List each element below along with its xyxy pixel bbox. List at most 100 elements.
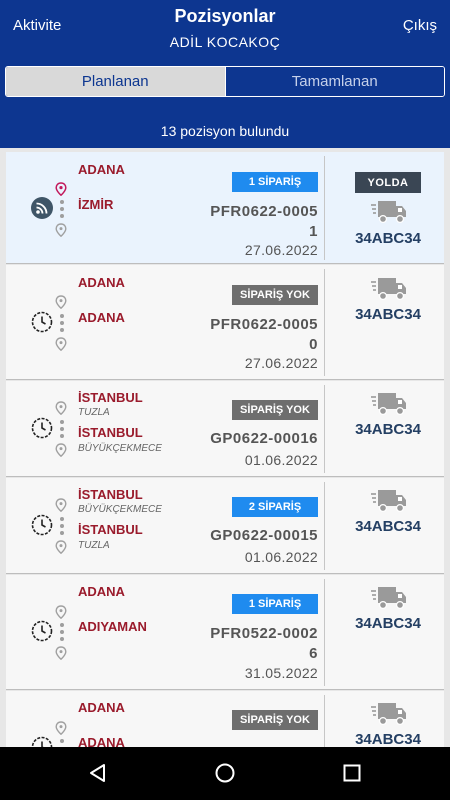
position-code-line1: PFR0522-0002: [210, 625, 318, 642]
destination-pin-icon: [55, 646, 67, 660]
position-code-line1: GP0622-00015: [210, 527, 318, 544]
vehicle-plate: 34ABC34: [355, 518, 421, 535]
column-divider: [324, 482, 325, 570]
destination-pin-icon: [55, 337, 67, 351]
home-icon[interactable]: [213, 761, 237, 785]
route-dot: [60, 314, 64, 318]
origin-city: İSTANBUL: [78, 390, 143, 405]
route-dot: [60, 623, 64, 627]
truck-icon: [371, 587, 406, 610]
vehicle-plate: 34ABC34: [355, 615, 421, 632]
position-code-line1: PFR0622-0005: [210, 316, 318, 333]
truck-icon: [371, 703, 406, 726]
position-date: 27.06.2022: [244, 355, 318, 371]
position-date: 01.06.2022: [244, 452, 318, 468]
clock-icon: [31, 736, 53, 747]
position-code-line2: 6: [309, 645, 318, 662]
origin-pin-icon: [55, 295, 67, 309]
logout-link[interactable]: Çıkış: [403, 17, 437, 34]
order-badge: SİPARİŞ YOK: [232, 285, 318, 305]
position-code-line1: GP0622-00016: [210, 430, 318, 447]
position-card[interactable]: İSTANBUL TUZLA İSTANBUL BÜYÜKÇEKMECE SİP…: [6, 381, 444, 477]
destination-district: BÜYÜKÇEKMECE: [78, 443, 162, 454]
vehicle-plate: 34ABC34: [355, 421, 421, 438]
position-date: 31.05.2022: [244, 665, 318, 681]
column-divider: [324, 695, 325, 747]
position-code: PFR0522-0002 6: [193, 624, 318, 664]
origin-city: ADANA: [78, 162, 125, 177]
route-dot: [60, 637, 64, 641]
route-dot: [60, 524, 64, 528]
destination-city: ADIYAMAN: [78, 619, 147, 634]
origin-city: ADANA: [78, 275, 125, 290]
truck-icon: [371, 278, 406, 301]
position-code: PFR0622-0005 1: [193, 202, 318, 242]
destination-district: TUZLA: [78, 540, 110, 551]
position-card[interactable]: ADANA ADANA SİPARİŞ YOK 34ABC34: [6, 691, 444, 747]
destination-city: ADANA: [78, 310, 125, 325]
rss-icon: [31, 197, 53, 219]
destination-pin-icon: [55, 443, 67, 457]
order-badge: SİPARİŞ YOK: [232, 400, 318, 420]
truck-icon: [371, 201, 406, 224]
tab-completed[interactable]: Tamamlanan: [224, 67, 444, 96]
order-badge: 1 SİPARİŞ: [232, 594, 318, 614]
route-dot: [60, 214, 64, 218]
column-divider: [324, 579, 325, 686]
origin-pin-icon: [55, 498, 67, 512]
truck-icon: [371, 490, 406, 513]
position-list[interactable]: ADANA İZMİR 1 SİPARİŞ PFR0622-0005 1 27.…: [0, 148, 450, 747]
position-card[interactable]: ADANA ADANA SİPARİŞ YOK PFR0622-0005 0 2…: [6, 265, 444, 380]
origin-city: ADANA: [78, 584, 125, 599]
route-dot: [60, 517, 64, 521]
order-badge: 2 SİPARİŞ: [232, 497, 318, 517]
vehicle-plate: 34ABC34: [355, 306, 421, 323]
destination-city: İSTANBUL: [78, 522, 143, 537]
route-dot: [60, 531, 64, 535]
destination-pin-icon: [55, 540, 67, 554]
column-divider: [324, 269, 325, 376]
clock-icon: [31, 311, 53, 333]
recents-icon[interactable]: [340, 761, 364, 785]
order-badge: 1 SİPARİŞ: [232, 172, 318, 192]
route-dot: [60, 420, 64, 424]
origin-pin-icon: [55, 721, 67, 735]
back-icon[interactable]: [86, 761, 110, 785]
route-dot: [60, 200, 64, 204]
destination-pin-icon: [55, 223, 67, 237]
position-date: 01.06.2022: [244, 549, 318, 565]
position-code-line1: PFR0622-0005: [210, 203, 318, 220]
column-divider: [324, 385, 325, 473]
destination-city: İSTANBUL: [78, 425, 143, 440]
clock-icon: [31, 514, 53, 536]
route-dot: [60, 434, 64, 438]
app-header: Aktivite Pozisyonlar ADİL KOCAKOÇ Çıkış …: [0, 0, 450, 148]
origin-district: BÜYÜKÇEKMECE: [78, 504, 162, 515]
position-card[interactable]: ADANA İZMİR 1 SİPARİŞ PFR0622-0005 1 27.…: [6, 152, 444, 264]
tab-planned[interactable]: Planlanan: [6, 67, 225, 96]
origin-district: TUZLA: [78, 407, 110, 418]
result-count: 13 pozisyon bulundu: [160, 123, 290, 139]
clock-icon: [31, 620, 53, 642]
order-badge: SİPARİŞ YOK: [232, 710, 318, 730]
origin-city: ADANA: [78, 700, 125, 715]
origin-pin-icon: [55, 182, 67, 196]
system-nav-bar: [0, 747, 450, 800]
page-title: Pozisyonlar: [174, 6, 276, 26]
position-code: GP0622-00016: [193, 429, 318, 449]
origin-pin-icon: [55, 401, 67, 415]
route-dot: [60, 207, 64, 211]
route-dot: [60, 321, 64, 325]
position-code: GP0622-00015: [193, 526, 318, 546]
driver-name: ADİL KOCAKOÇ: [169, 34, 281, 50]
position-code-line2: 0: [309, 336, 318, 353]
vehicle-plate: 34ABC34: [355, 230, 421, 247]
column-divider: [324, 156, 325, 260]
origin-pin-icon: [55, 605, 67, 619]
position-card[interactable]: ADANA ADIYAMAN 1 SİPARİŞ PFR0522-0002 6 …: [6, 575, 444, 690]
position-code: PFR0622-0005 0: [193, 315, 318, 355]
route-dot: [60, 630, 64, 634]
route-dot: [60, 427, 64, 431]
vehicle-plate: 34ABC34: [355, 731, 421, 747]
position-card[interactable]: İSTANBUL BÜYÜKÇEKMECE İSTANBUL TUZLA 2 S…: [6, 478, 444, 574]
